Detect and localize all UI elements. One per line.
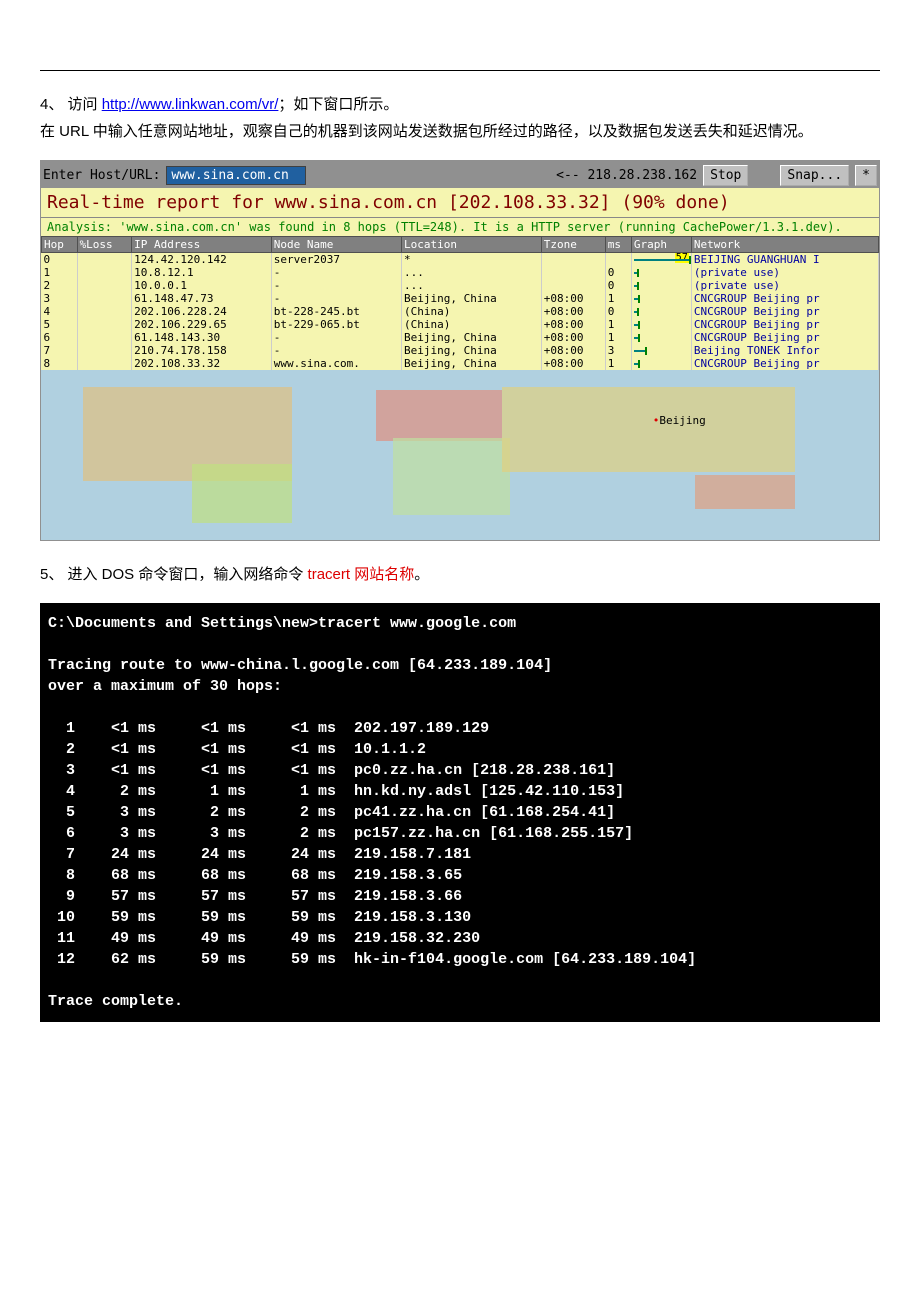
- table-row: 0124.42.120.142server2037*57BEIJING GUAN…: [42, 253, 879, 267]
- col-header: ms: [605, 237, 631, 253]
- table-row: 8202.108.33.32www.sina.com.Beijing, Chin…: [42, 357, 879, 370]
- step5-suffix: 。: [414, 566, 429, 583]
- col-header: Node Name: [271, 237, 401, 253]
- tracert-cmd: tracert 网站名称: [308, 566, 415, 583]
- analysis-line: Analysis: 'www.sina.com.cn' was found in…: [41, 217, 879, 236]
- host-input[interactable]: [166, 166, 306, 185]
- col-header: %Loss: [77, 237, 132, 253]
- col-header: Graph: [631, 237, 691, 253]
- divider: [40, 70, 880, 71]
- step4-prefix: 4、 访问: [40, 96, 102, 113]
- table-row: 110.8.12.1-...0(private use): [42, 266, 879, 279]
- refresh-button[interactable]: *: [855, 165, 877, 186]
- table-row: 661.148.143.30-Beijing, China+08:001CNCG…: [42, 331, 879, 344]
- snap-button[interactable]: Snap...: [780, 165, 849, 186]
- col-header: Network: [691, 237, 878, 253]
- step5-text: 5、 进入 DOS 命令窗口，输入网络命令 tracert 网站名称。: [40, 561, 880, 588]
- source-ip: <-- 218.28.238.162: [556, 168, 697, 183]
- col-header: Tzone: [541, 237, 605, 253]
- map-marker: •Beijing: [653, 414, 706, 427]
- table-row: 5202.106.229.65bt-229-065.bt(China)+08:0…: [42, 318, 879, 331]
- table-row: 361.148.47.73-Beijing, China+08:001CNCGR…: [42, 292, 879, 305]
- hop-table: Hop%LossIP AddressNode NameLocationTzone…: [41, 236, 879, 370]
- stop-button[interactable]: Stop: [703, 165, 748, 186]
- col-header: Hop: [42, 237, 78, 253]
- table-row: 210.0.0.1-...0(private use): [42, 279, 879, 292]
- linkwan-link[interactable]: http://www.linkwan.com/vr/: [102, 96, 279, 113]
- vr-toolbar: Enter Host/URL: <-- 218.28.238.162 Stop …: [41, 163, 879, 188]
- vr-window: Enter Host/URL: <-- 218.28.238.162 Stop …: [40, 160, 880, 541]
- col-header: Location: [402, 237, 542, 253]
- table-row: 4202.106.228.24bt-228-245.bt(China)+08:0…: [42, 305, 879, 318]
- step5-prefix: 5、 进入 DOS 命令窗口，输入网络命令: [40, 566, 308, 583]
- step4-text: 4、 访问 http://www.linkwan.com/vr/；如下窗口所示。…: [40, 91, 880, 145]
- world-map: •Beijing: [41, 370, 879, 540]
- report-title: Real-time report for www.sina.com.cn [20…: [41, 188, 879, 217]
- host-label: Enter Host/URL:: [43, 168, 160, 183]
- col-header: IP Address: [132, 237, 272, 253]
- step4-suffix: ；如下窗口所示。: [278, 96, 398, 113]
- dos-window: C:\Documents and Settings\new>tracert ww…: [40, 603, 880, 1022]
- step4-line2: 在 URL 中输入任意网站地址，观察自己的机器到该网站发送数据包所经过的路径，以…: [40, 123, 813, 140]
- table-row: 7210.74.178.158-Beijing, China+08:003Bei…: [42, 344, 879, 357]
